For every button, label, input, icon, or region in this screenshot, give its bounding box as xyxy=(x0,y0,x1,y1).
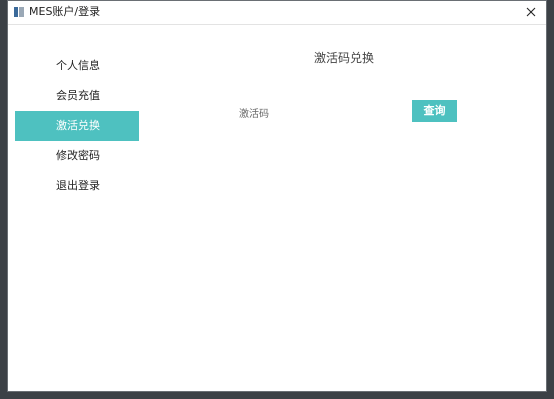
query-button[interactable]: 查询 xyxy=(412,100,457,122)
sidebar-item-logout[interactable]: 退出登录 xyxy=(15,171,139,201)
close-button[interactable] xyxy=(518,1,544,23)
account-window: MES账户/登录 个人信息 会员充值 激活兑换 修改密码 退出登录 激活码兑换 … xyxy=(7,0,547,392)
window-title: MES账户/登录 xyxy=(29,5,101,18)
sidebar-item-member-recharge[interactable]: 会员充值 xyxy=(15,81,139,111)
sidebar-item-activation-redeem[interactable]: 激活兑换 xyxy=(15,111,139,141)
sidebar-nav: 个人信息 会员充值 激活兑换 修改密码 退出登录 xyxy=(15,51,139,201)
title-bar[interactable]: MES账户/登录 xyxy=(8,1,546,25)
sidebar-item-personal-info[interactable]: 个人信息 xyxy=(15,51,139,81)
desktop: MES账户/登录 个人信息 会员充值 激活兑换 修改密码 退出登录 激活码兑换 … xyxy=(0,0,554,399)
app-icon xyxy=(14,7,24,17)
sidebar-item-change-password[interactable]: 修改密码 xyxy=(15,141,139,171)
page-title: 激活码兑换 xyxy=(313,51,374,65)
close-icon xyxy=(526,7,536,17)
activation-code-input[interactable] xyxy=(281,102,403,120)
activation-code-label: 激活码 xyxy=(239,109,269,120)
